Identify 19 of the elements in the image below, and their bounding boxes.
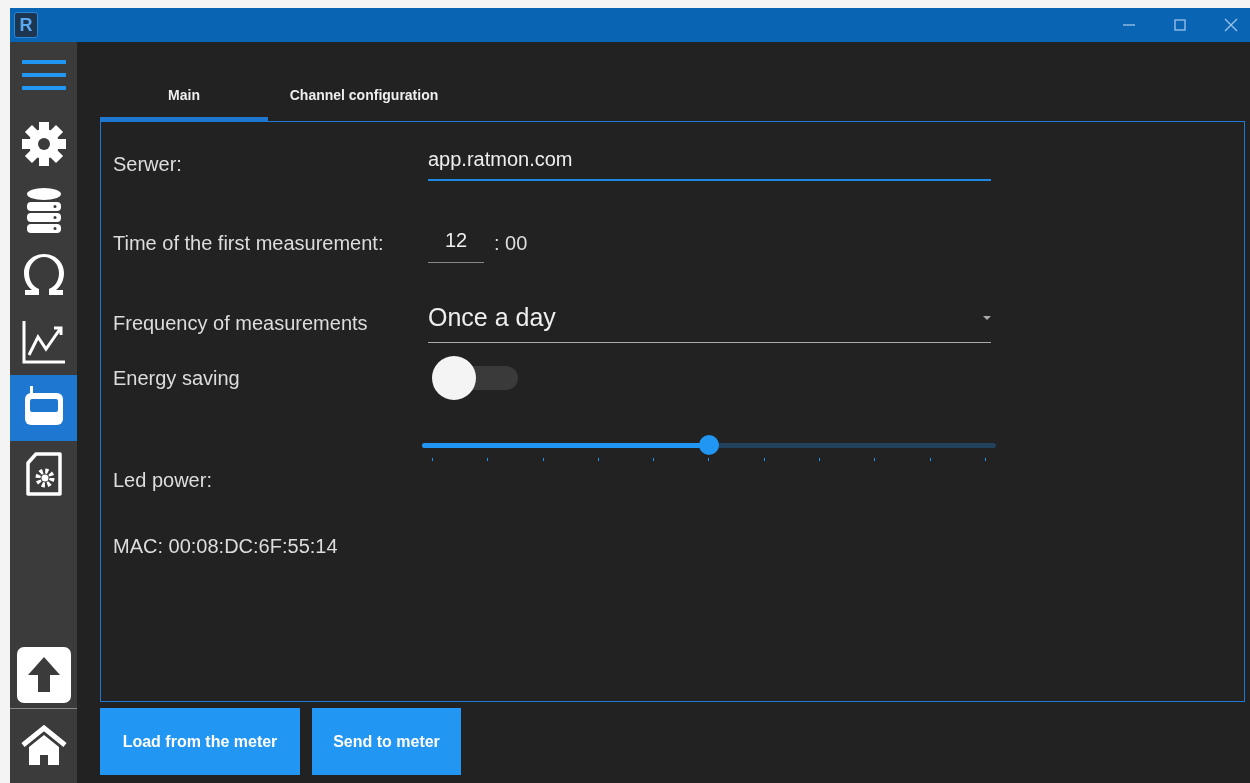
tab[interactable]: Main xyxy=(100,76,268,121)
device-icon[interactable] xyxy=(10,375,77,441)
hour-field[interactable]: 12 xyxy=(428,223,484,263)
frequency-dropdown[interactable]: Once a day xyxy=(428,303,991,343)
field-label: Serwer: xyxy=(113,153,183,176)
app-logo: R xyxy=(14,12,38,38)
field-label: Led power: xyxy=(113,469,213,492)
field-label: Energy saving xyxy=(113,366,241,390)
mac-address: MAC: 00:08:DC:6F:55:14 xyxy=(113,535,339,558)
energy-saving-toggle[interactable] xyxy=(432,356,518,400)
slider-thumb[interactable] xyxy=(699,435,719,455)
field-label: Frequency of measurements xyxy=(113,311,369,335)
caret-icon xyxy=(983,315,991,320)
minutes-text: : 00 xyxy=(494,231,528,255)
tab[interactable]: Channel configuration xyxy=(268,76,460,121)
field-label: Time of the first measurement: xyxy=(113,231,385,255)
server-field[interactable]: app.ratmon.com xyxy=(428,148,991,181)
menu-icon[interactable] xyxy=(21,59,66,91)
close-icon[interactable] xyxy=(1224,18,1238,32)
